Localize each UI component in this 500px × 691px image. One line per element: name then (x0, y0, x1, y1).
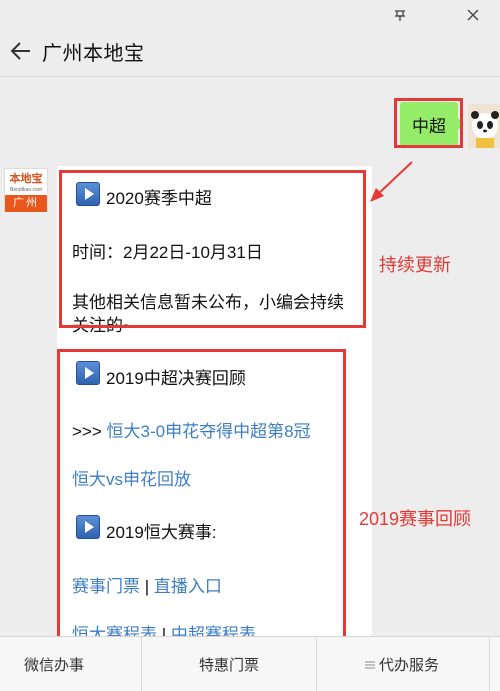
menu-list-icon (364, 661, 375, 668)
menu-item-wechat-services[interactable]: 微信办事 (0, 637, 108, 691)
menu-item-label: 代办服务 (378, 657, 439, 674)
chat-header: 广州本地宝 (0, 28, 500, 76)
page-title: 广州本地宝 (42, 43, 145, 65)
bottom-menu: 微信办事 特惠门票 代办服务 (0, 636, 500, 691)
panda-avatar-icon (468, 104, 500, 148)
avatar-city-text: 广州 (5, 195, 47, 212)
my-avatar[interactable] (468, 104, 500, 148)
menu-item-discount-tickets[interactable]: 特惠门票 (142, 637, 316, 691)
annotation-updating: 持续更新 (379, 255, 451, 275)
avatar-logo-subtext: Bendibao.com (10, 187, 42, 193)
back-arrow-icon[interactable] (10, 40, 32, 62)
close-icon[interactable] (466, 8, 480, 22)
highlight-box-message (394, 98, 463, 148)
bot-avatar[interactable]: 本地宝 Bendibao.com 广州 (4, 168, 48, 212)
annotation-review: 2019赛事回顾 (359, 509, 472, 529)
menu-divider (489, 637, 490, 691)
menu-item-agency-services[interactable]: 代办服务 (317, 637, 487, 691)
annotation-arrow-icon (370, 161, 413, 202)
window-titlebar (0, 0, 500, 28)
header-divider (0, 76, 500, 77)
highlight-box-2020 (59, 170, 366, 328)
highlight-box-2019 (57, 349, 346, 639)
pin-icon[interactable] (393, 8, 407, 22)
